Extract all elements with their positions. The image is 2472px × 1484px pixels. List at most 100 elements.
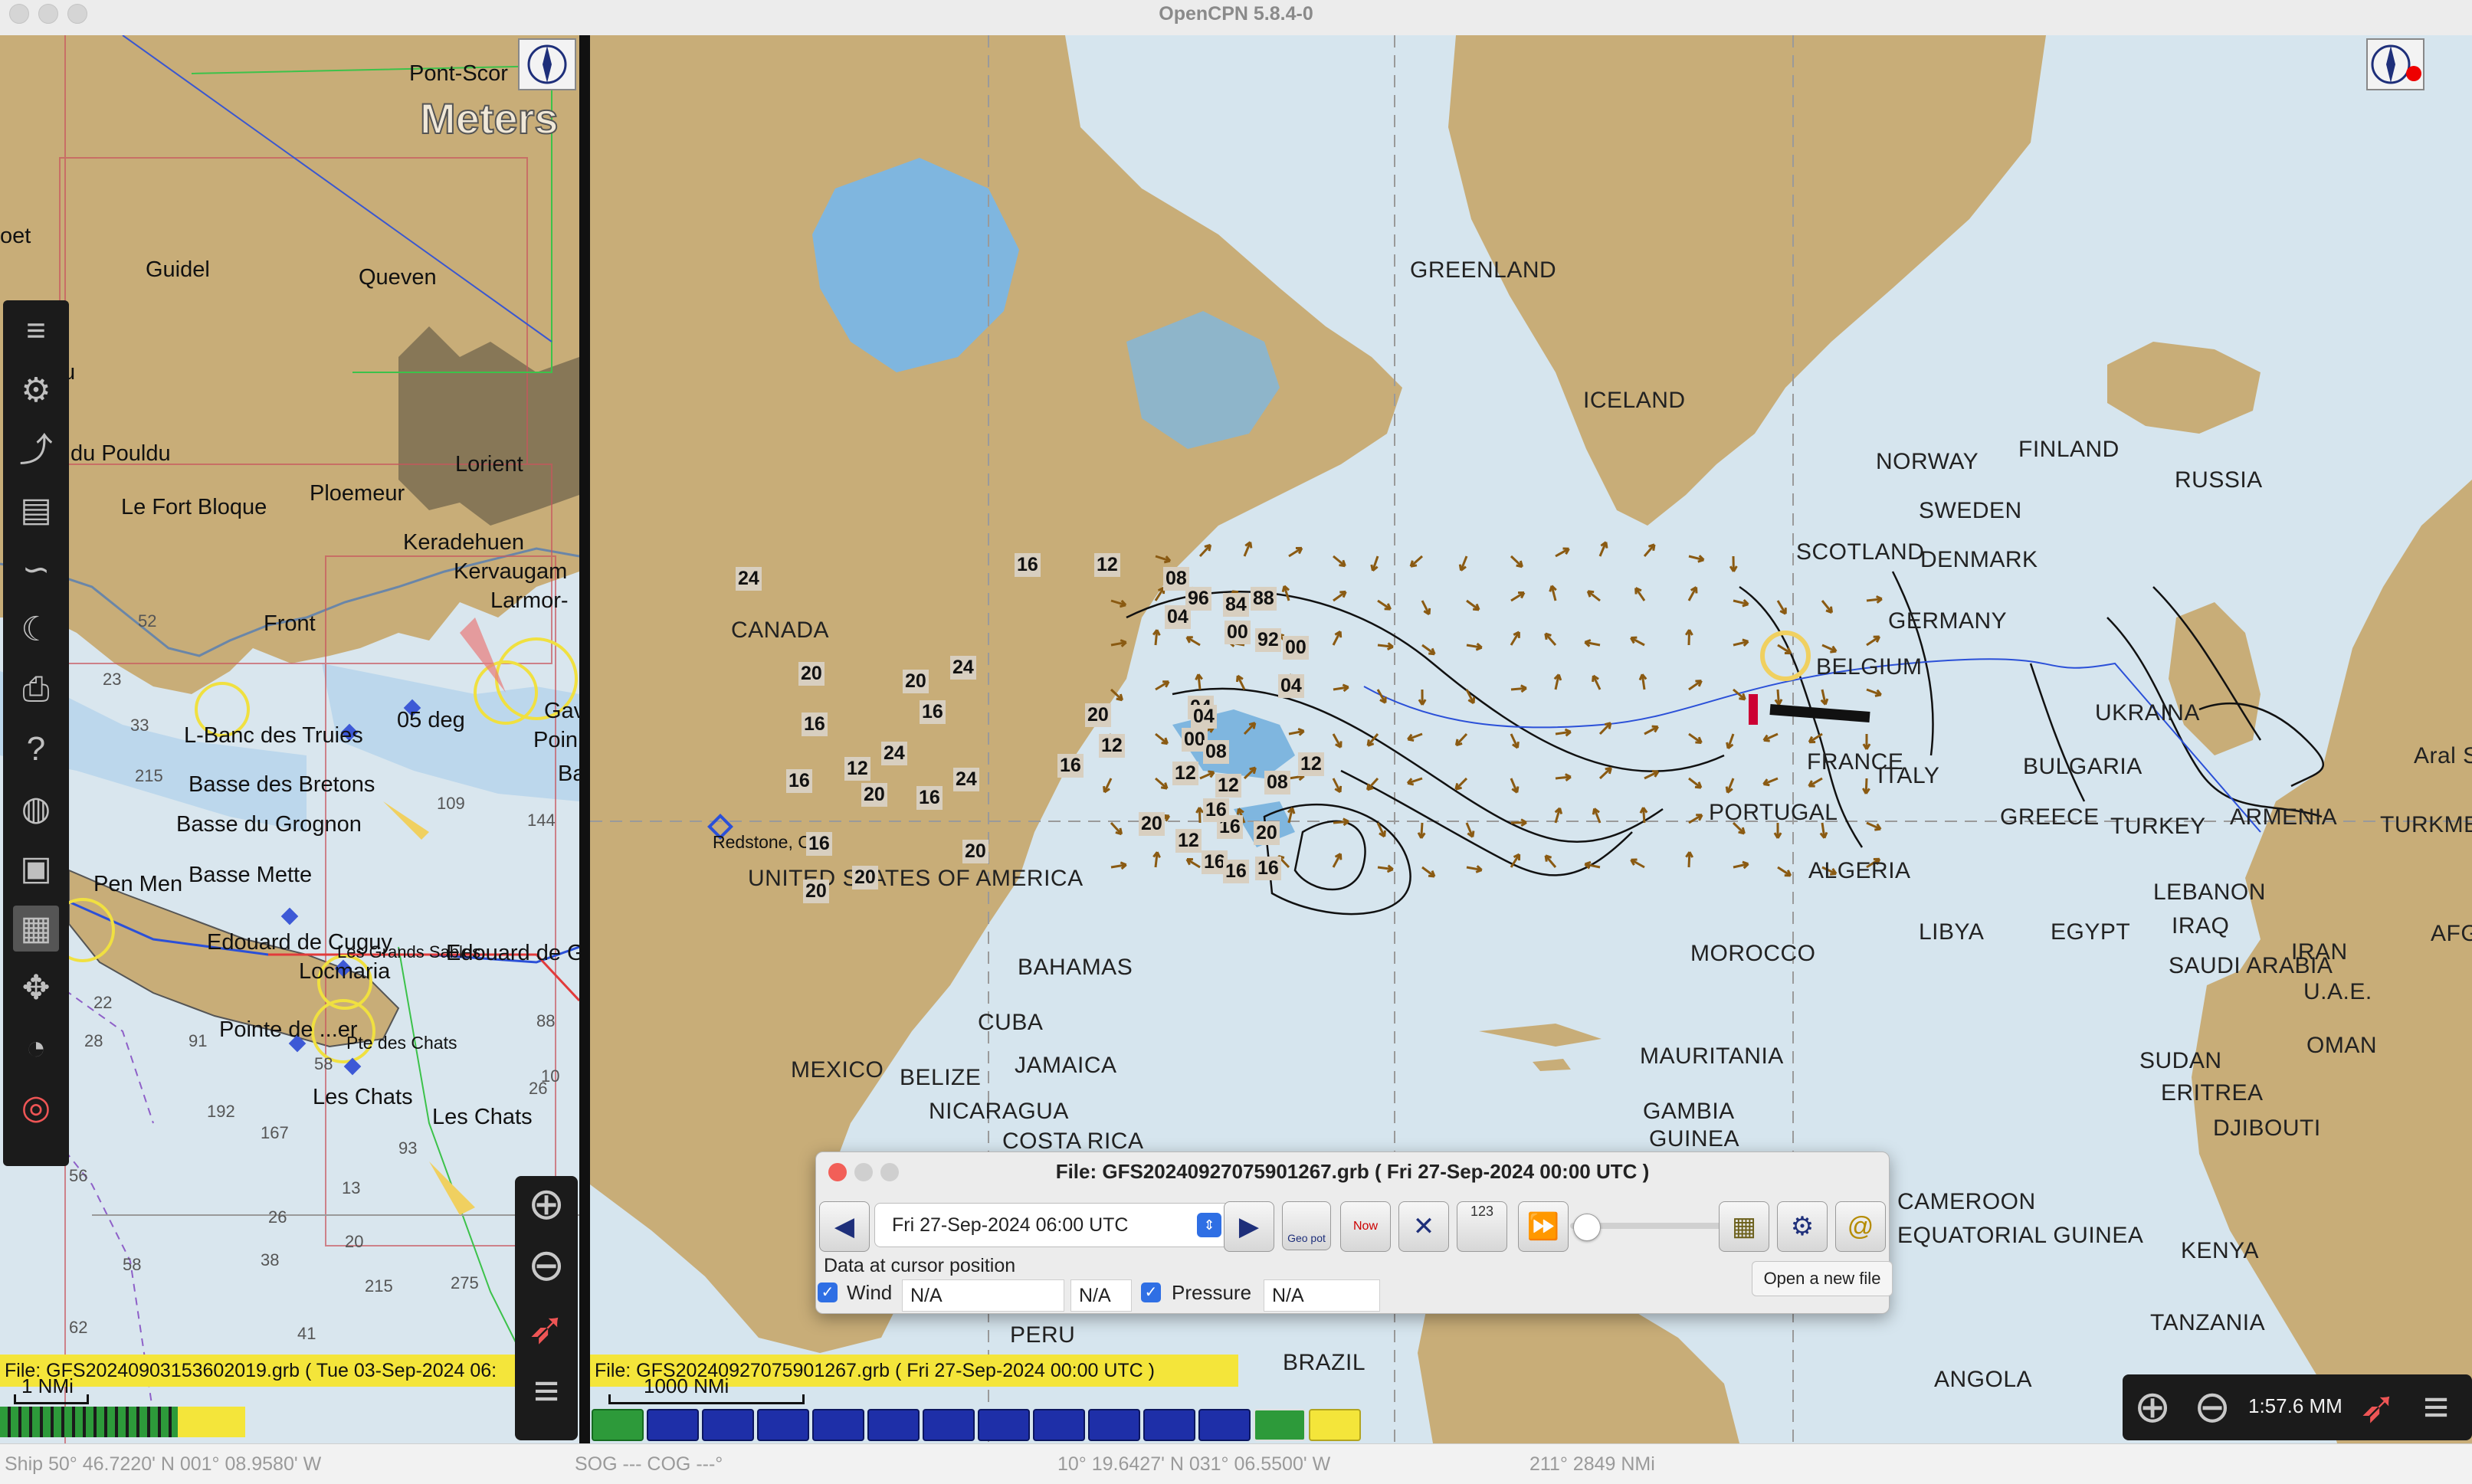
prev-time-icon[interactable]: ◀: [819, 1201, 870, 1252]
depth-sounding: 215: [365, 1276, 393, 1296]
piano-key[interactable]: [1143, 1409, 1195, 1441]
zoom-in-icon[interactable]: ⊕: [2127, 1382, 2178, 1433]
left-piano-key[interactable]: [178, 1407, 245, 1437]
country-label: RUSSIA: [2175, 467, 2263, 493]
next-time-icon[interactable]: ▶: [1224, 1201, 1274, 1252]
depth-sounding: 13: [342, 1178, 360, 1198]
lifering-icon[interactable]: ◎: [13, 1085, 59, 1131]
geopotential-button[interactable]: Geo pot: [1282, 1201, 1331, 1250]
zoom-to-center-icon[interactable]: ✕: [1398, 1201, 1449, 1252]
place-label: Basse du Grognon: [176, 812, 362, 837]
menu-icon[interactable]: ≡: [13, 308, 59, 354]
geopotential-label: Geo pot: [1287, 1232, 1326, 1244]
split-divider[interactable]: [579, 35, 590, 1443]
depth-sounding: 91: [189, 1031, 207, 1051]
depth-sounding: 58: [123, 1255, 141, 1275]
route-icon[interactable]: ⤴: [13, 428, 59, 473]
open-file-icon[interactable]: ▦: [1719, 1201, 1769, 1252]
request-icon[interactable]: @: [1835, 1201, 1886, 1252]
piano-key[interactable]: [867, 1409, 920, 1441]
grib-dialog-title: File: GFS20240927075901267.grb ( Fri 27-…: [816, 1160, 1889, 1184]
grib-icon[interactable]: ▣: [13, 846, 59, 892]
north-arrow-icon[interactable]: [2366, 38, 2424, 90]
pressure-value-field: N/A: [1264, 1279, 1380, 1312]
country-label: GREENLAND: [1410, 257, 1556, 283]
piano-key[interactable]: [1198, 1409, 1251, 1441]
country-label: KENYA: [2181, 1238, 2259, 1264]
piano-key[interactable]: [1309, 1409, 1361, 1441]
country-label: FINLAND: [2018, 437, 2120, 463]
piano-key[interactable]: [1254, 1409, 1306, 1441]
isobar-label: 24: [736, 567, 762, 591]
rotate-icon[interactable]: ➶: [521, 1303, 572, 1354]
units-overlay: Meters: [420, 93, 559, 143]
grib-dialog: File: GFS20240927075901267.grb ( Fri 27-…: [815, 1151, 1890, 1314]
country-label: SWEDEN: [1919, 498, 2022, 524]
show-values-button[interactable]: 123: [1457, 1201, 1507, 1252]
country-label: ALGERIA: [1808, 858, 1911, 884]
north-arrow-icon[interactable]: [518, 38, 576, 90]
piano-key[interactable]: [647, 1409, 699, 1441]
zoom-out-icon[interactable]: ⊖: [2187, 1382, 2238, 1433]
piano-key[interactable]: [1088, 1409, 1140, 1441]
cursor-position: 10° 19.6427' N 031° 06.5500' W: [1057, 1453, 1330, 1476]
country-label: Aral Se: [2414, 743, 2472, 769]
country-label: EQUATORIAL GUINEA: [1897, 1223, 2143, 1249]
right-zoom-controls: ⊕ ⊖ 1:57.6 MM ➶ ≡: [2123, 1374, 2472, 1440]
zoom-in-icon[interactable]: ⊕: [521, 1179, 572, 1230]
time-select-value: Fri 27-Sep-2024 06:00 UTC: [892, 1214, 1128, 1236]
place-label: Gav: [544, 699, 579, 724]
menu-icon[interactable]: ≡: [2411, 1382, 2461, 1433]
isobar-label: 04: [1278, 674, 1304, 698]
country-label: MOROCCO: [1690, 941, 1816, 967]
isobar-label: 12: [1175, 829, 1202, 853]
depth-sounding: 58: [314, 1054, 333, 1074]
chevron-updown-icon: ⇕: [1197, 1213, 1221, 1237]
country-label: GREECE: [2000, 804, 2100, 830]
sog-cog: SOG --- COG ---°: [575, 1453, 723, 1476]
document-icon[interactable]: ▤: [13, 487, 59, 533]
dashboard-icon[interactable]: ◔: [13, 1025, 59, 1071]
country-label: GERMANY: [1888, 608, 2007, 634]
compass-icon[interactable]: ✥: [13, 965, 59, 1011]
settings-icon[interactable]: ⚙: [13, 368, 59, 414]
piano-key[interactable]: [978, 1409, 1030, 1441]
country-label: OMAN: [2306, 1033, 2377, 1059]
window-title: OpenCPN 5.8.4-0: [0, 3, 2472, 25]
piano-key[interactable]: [702, 1409, 754, 1441]
pressure-checkbox[interactable]: ✓: [1141, 1283, 1161, 1302]
piano-key[interactable]: [923, 1409, 975, 1441]
country-label: ITALY: [1877, 763, 1939, 789]
place-label: Front: [264, 611, 316, 637]
wind-checkbox[interactable]: ✓: [818, 1283, 838, 1302]
tide-icon[interactable]: ☾: [13, 607, 59, 653]
chart-icon[interactable]: ▦: [13, 906, 59, 952]
now-button[interactable]: Now: [1340, 1201, 1391, 1252]
print-icon[interactable]: ⎙: [13, 667, 59, 713]
depth-sounding: 26: [268, 1207, 287, 1227]
track-icon[interactable]: ∽: [13, 547, 59, 593]
country-label: UNITED STATES OF AMERICA: [748, 866, 1084, 892]
time-slider-thumb[interactable]: [1573, 1214, 1601, 1241]
piano-key[interactable]: [812, 1409, 864, 1441]
place-label: Keradehuen: [403, 530, 524, 555]
piano-key[interactable]: [592, 1409, 644, 1441]
play-icon[interactable]: ⏩: [1518, 1201, 1569, 1252]
time-select[interactable]: Fri 27-Sep-2024 06:00 UTC ⇕: [874, 1203, 1230, 1247]
depth-sounding: 56: [69, 1166, 87, 1186]
help-icon[interactable]: ?: [13, 726, 59, 772]
settings-icon[interactable]: ⚙: [1777, 1201, 1828, 1252]
rotate-icon[interactable]: ➶: [2352, 1382, 2403, 1433]
menu-icon[interactable]: ≡: [521, 1366, 572, 1417]
piano-key[interactable]: [1033, 1409, 1085, 1441]
country-label: ICELAND: [1583, 388, 1686, 414]
place-label: Basse des Bretons: [189, 772, 375, 798]
left-chart-canvas[interactable]: Meters Pont-Scor Guidel Queven du Pouldu…: [0, 35, 579, 1443]
isobar-label: 20: [962, 840, 988, 863]
isobar-label: 12: [1215, 774, 1241, 798]
isobar-label: 16: [916, 786, 943, 810]
globe-icon[interactable]: ◍: [13, 786, 59, 832]
zoom-out-icon[interactable]: ⊖: [521, 1240, 572, 1291]
country-label: U.A.E.: [2303, 979, 2372, 1005]
piano-key[interactable]: [757, 1409, 809, 1441]
